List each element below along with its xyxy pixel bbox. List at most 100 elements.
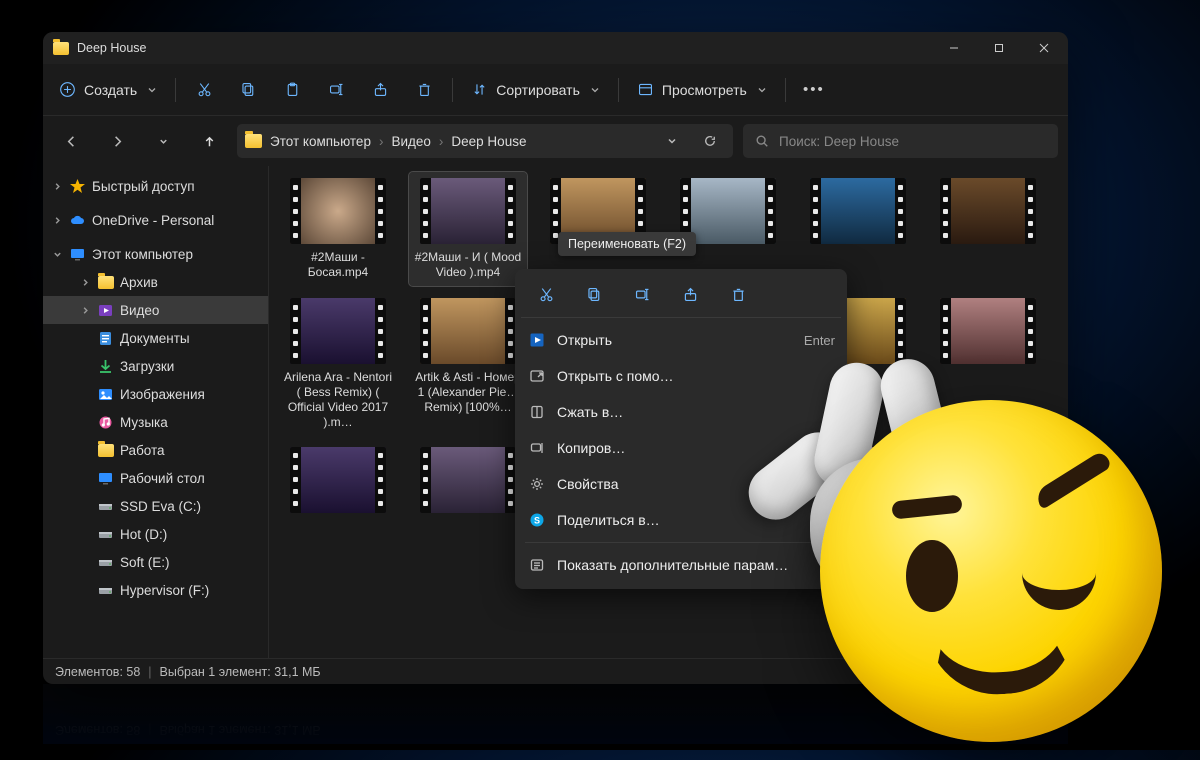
ctx-properties[interactable]: Свойства [521, 466, 841, 502]
address-dropdown[interactable] [657, 126, 687, 156]
minimize-button[interactable] [931, 32, 976, 64]
skype-icon: S [527, 510, 547, 530]
crumb[interactable]: Этот компьютер [270, 134, 371, 149]
crumb[interactable]: Deep House [451, 134, 526, 149]
cut-button[interactable] [184, 72, 224, 108]
video-thumbnail [290, 298, 386, 364]
sidebar-item[interactable]: Изображения [43, 380, 268, 408]
folder-icon [245, 134, 262, 148]
ctx-show-more[interactable]: Показать дополнительные парам… [521, 547, 841, 583]
ctx-share-skype[interactable]: S Поделиться в… [521, 502, 841, 538]
chevron-down-icon [147, 85, 157, 95]
rename-button[interactable] [316, 72, 356, 108]
clipboard-icon [284, 81, 301, 98]
refresh-button[interactable] [695, 126, 725, 156]
back-button[interactable] [53, 123, 89, 159]
file-item[interactable] [929, 292, 1047, 435]
video-thumbnail [940, 447, 1036, 513]
file-name: Arilena Ara - Nentori ( Bess Remix) ( Of… [281, 370, 395, 429]
sidebar-item[interactable]: Документы [43, 324, 268, 352]
ctx-compress[interactable]: Сжать в… [521, 394, 841, 430]
ctx-rename[interactable] [627, 279, 657, 309]
file-item[interactable]: #2Маши - Босая.mp4 [279, 172, 397, 286]
ctx-open[interactable]: Открыть Enter [521, 322, 841, 358]
ctx-delete[interactable] [723, 279, 753, 309]
sidebar-item[interactable]: Музыка [43, 408, 268, 436]
sidebar-item[interactable]: Рабочий стол [43, 464, 268, 492]
maximize-button[interactable] [976, 32, 1021, 64]
sidebar-item[interactable]: Hypervisor (F:) [43, 576, 268, 604]
sidebar-item[interactable]: Hot (D:) [43, 520, 268, 548]
open-with-icon [527, 366, 547, 386]
context-menu: Открыть Enter Открыть с помо… Сжать в… К… [515, 269, 847, 589]
delete-button[interactable] [404, 72, 444, 108]
scissors-icon [196, 81, 213, 98]
plus-circle-icon [59, 81, 76, 98]
chevron-right-icon [51, 214, 63, 226]
sort-button[interactable]: Сортировать [461, 72, 610, 108]
ctx-cut[interactable] [531, 279, 561, 309]
ctx-open-with[interactable]: Открыть с помо… [521, 358, 841, 394]
search-input[interactable] [779, 134, 1046, 149]
ellipsis-icon: ••• [803, 81, 825, 98]
file-item[interactable] [929, 441, 1047, 525]
search-box[interactable] [743, 124, 1058, 158]
file-name: #2Маши - И ( Mood Video ).mp4 [411, 250, 525, 280]
sidebar-this-pc[interactable]: Этот компьютер [43, 240, 268, 268]
view-button[interactable]: Просмотреть [627, 72, 777, 108]
sidebar-item[interactable]: Работа [43, 436, 268, 464]
navigation-pane[interactable]: Быстрый доступ OneDrive - Personal Этот … [43, 166, 269, 658]
file-name: Artik & Asti - Номер 1 (Alexander Pie… R… [411, 370, 525, 415]
close-button[interactable] [1021, 32, 1066, 64]
context-quick-actions [521, 275, 841, 318]
file-item[interactable] [929, 172, 1047, 286]
more-options-icon [527, 555, 547, 575]
sidebar-quick-access[interactable]: Быстрый доступ [43, 172, 268, 200]
trash-icon [416, 81, 433, 98]
sidebar-onedrive[interactable]: OneDrive - Personal [43, 206, 268, 234]
title-bar: Deep House [43, 32, 1068, 64]
copy-path-icon [527, 438, 547, 458]
forward-button[interactable] [99, 123, 135, 159]
chevron-down-icon [51, 248, 63, 260]
video-thumbnail [940, 298, 1036, 364]
video-thumbnail [420, 447, 516, 513]
new-button[interactable]: Создать [49, 72, 167, 108]
file-item[interactable] [409, 441, 527, 525]
sidebar-item[interactable]: Загрузки [43, 352, 268, 380]
sidebar-item[interactable]: Видео [43, 296, 268, 324]
file-item[interactable] [279, 441, 397, 525]
status-bar: Элементов: 58 | Выбран 1 элемент: 31,1 М… [43, 658, 1068, 684]
command-bar: Создать Сортировать Просмотреть ••• [43, 64, 1068, 116]
sidebar-item[interactable]: SSD Eva (C:) [43, 492, 268, 520]
tooltip: Переименовать (F2) [558, 232, 696, 256]
paste-button[interactable] [272, 72, 312, 108]
rename-icon [328, 81, 345, 98]
file-item[interactable]: Artik & Asti - Номер 1 (Alexander Pie… R… [409, 292, 527, 435]
status-count: Элементов: 58 [55, 665, 140, 679]
chevron-down-icon [757, 85, 767, 95]
share-button[interactable] [360, 72, 400, 108]
video-thumbnail [420, 178, 516, 244]
sidebar-item[interactable]: Архив [43, 268, 268, 296]
up-button[interactable] [191, 123, 227, 159]
monitor-icon [69, 246, 86, 263]
more-button[interactable]: ••• [794, 72, 834, 108]
video-thumbnail [810, 178, 906, 244]
ctx-share[interactable] [675, 279, 705, 309]
sidebar-item[interactable]: Soft (E:) [43, 548, 268, 576]
crumb[interactable]: Видео [391, 134, 430, 149]
chevron-right-icon [51, 180, 63, 192]
file-item[interactable]: #2Маши - И ( Mood Video ).mp4 [409, 172, 527, 286]
copy-button[interactable] [228, 72, 268, 108]
layout-icon [637, 81, 654, 98]
cloud-icon [69, 212, 86, 229]
address-bar[interactable]: Этот компьютер › Видео › Deep House [237, 124, 733, 158]
file-item[interactable]: Arilena Ara - Nentori ( Bess Remix) ( Of… [279, 292, 397, 435]
history-dropdown[interactable] [145, 123, 181, 159]
ctx-copy-path[interactable]: Копиров… [521, 430, 841, 466]
search-icon [755, 134, 769, 148]
video-thumbnail [290, 447, 386, 513]
ctx-copy[interactable] [579, 279, 609, 309]
chevron-down-icon [590, 85, 600, 95]
